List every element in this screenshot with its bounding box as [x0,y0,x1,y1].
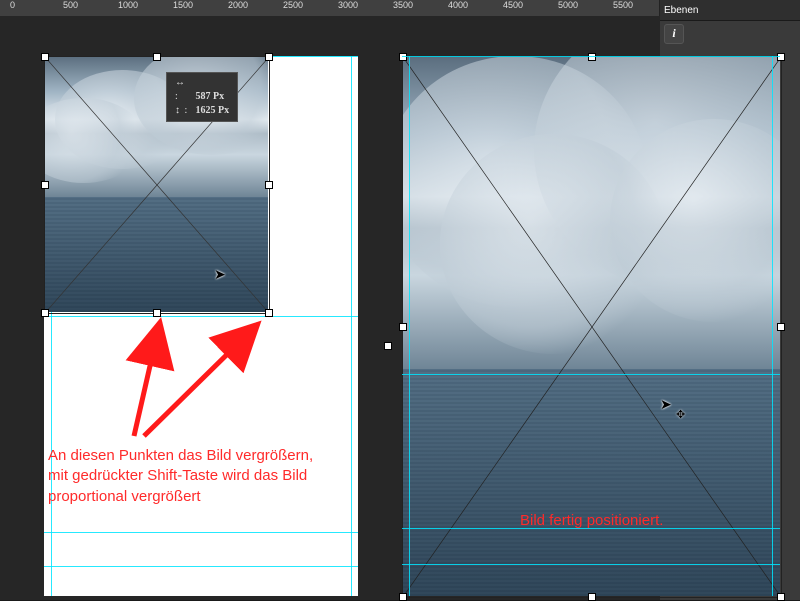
ruler-tick-label: 4000 [448,0,468,10]
document-right[interactable]: ➤ ✥ Bild fertig positioniert. [402,56,780,596]
width-value: 587 Px [196,91,225,102]
ruler-horizontal[interactable]: 0 500 1000 1500 2000 2500 3000 3500 4000… [0,0,660,17]
handle-e[interactable] [777,323,785,331]
ruler-tick-label: 4500 [503,0,523,10]
panel-tabs[interactable]: Ebenen [660,0,800,21]
canvas-workspace[interactable]: ↔ : 587 Px ↕ : 1625 Px ➤ An diesen Punkt… [0,16,660,600]
guide-h[interactable] [44,566,358,567]
handle-w[interactable] [41,181,49,189]
handle-n[interactable] [588,53,596,61]
ruler-tick-label: 3500 [393,0,413,10]
cursor-move-icon: ✥ [676,408,685,421]
handle-n[interactable] [153,53,161,61]
guide-v[interactable] [409,56,410,596]
guide-v[interactable] [351,56,352,596]
annotation-line: mit gedrückter Shift-Taste wird das Bild [48,466,354,486]
cursor-arrow-icon: ➤ [660,396,672,413]
guide-h[interactable] [44,316,358,317]
handle-nw[interactable] [399,53,407,61]
handle-s[interactable] [153,309,161,317]
transform-size-tooltip: ↔ : 587 Px ↕ : 1625 Px [166,72,238,122]
guide-h[interactable] [402,56,780,57]
handle-ne[interactable] [777,53,785,61]
ruler-tick-label: 3000 [338,0,358,10]
handle-se[interactable] [265,309,273,317]
guide-v[interactable] [772,56,773,596]
handle-ne[interactable] [265,53,273,61]
ruler-tick-label: 2500 [283,0,303,10]
handle-e[interactable] [265,181,273,189]
ruler-tick-label: 1500 [173,0,193,10]
ruler-tick-label: 1000 [118,0,138,10]
ruler-tick-label: 5000 [558,0,578,10]
ruler-tick-label: 5500 [613,0,633,10]
width-label: ↔ : [175,76,193,104]
annotation-right: Bild fertig positioniert. [520,511,663,531]
guide-h[interactable] [402,374,780,375]
ruler-tick-label: 2000 [228,0,248,10]
height-label: ↕ : [175,104,193,118]
height-value: 1625 Px [196,105,230,116]
tab-ebenen[interactable]: Ebenen [664,5,698,16]
handle-w[interactable] [399,323,407,331]
guide-h[interactable] [402,564,780,565]
ruler-tick-label: 0 [10,0,15,10]
handle-nw[interactable] [41,53,49,61]
info-icon[interactable]: i [664,24,684,44]
handle-mid[interactable] [384,342,392,350]
cursor-arrow-icon: ➤ [214,266,226,283]
ruler-tick-label: 500 [63,0,78,10]
annotation-left: An diesen Punkten das Bild vergrößern, m… [48,446,354,507]
handle-sw[interactable] [41,309,49,317]
document-left[interactable]: ↔ : 587 Px ↕ : 1625 Px ➤ An diesen Punkt… [44,56,358,596]
annotation-line: proportional vergrößert [48,487,354,507]
guide-h[interactable] [44,532,358,533]
annotation-line: An diesen Punkten das Bild vergrößern, [48,446,354,466]
